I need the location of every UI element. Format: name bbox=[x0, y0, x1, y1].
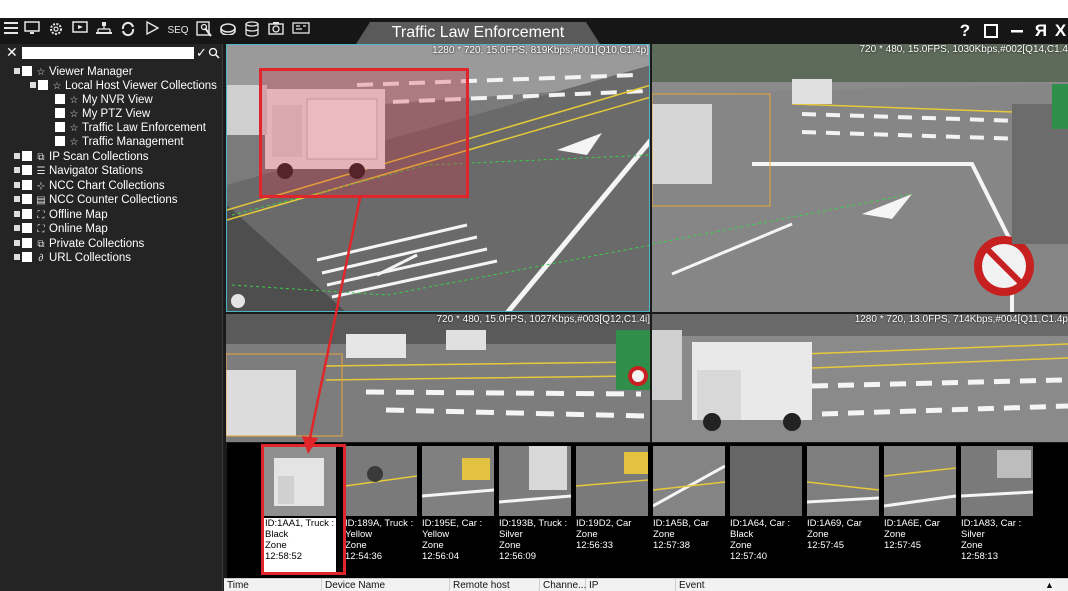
column-channel[interactable]: Channe... bbox=[540, 579, 586, 591]
app-window: SEQ Traffic Law Enforcement ? Я X ✕ ✓ ☆ … bbox=[0, 18, 1068, 591]
annotation-arrow bbox=[302, 197, 362, 454]
scroll-up-icon[interactable]: ▲ bbox=[1042, 579, 1064, 591]
column-time[interactable]: Time bbox=[224, 579, 322, 591]
column-event[interactable]: Event bbox=[676, 579, 1036, 591]
event-list-header: Time Device Name Remote host Channe... I… bbox=[224, 578, 1068, 591]
column-ip[interactable]: IP bbox=[586, 579, 676, 591]
column-device-name[interactable]: Device Name bbox=[322, 579, 450, 591]
column-remote-host[interactable]: Remote host bbox=[450, 579, 540, 591]
